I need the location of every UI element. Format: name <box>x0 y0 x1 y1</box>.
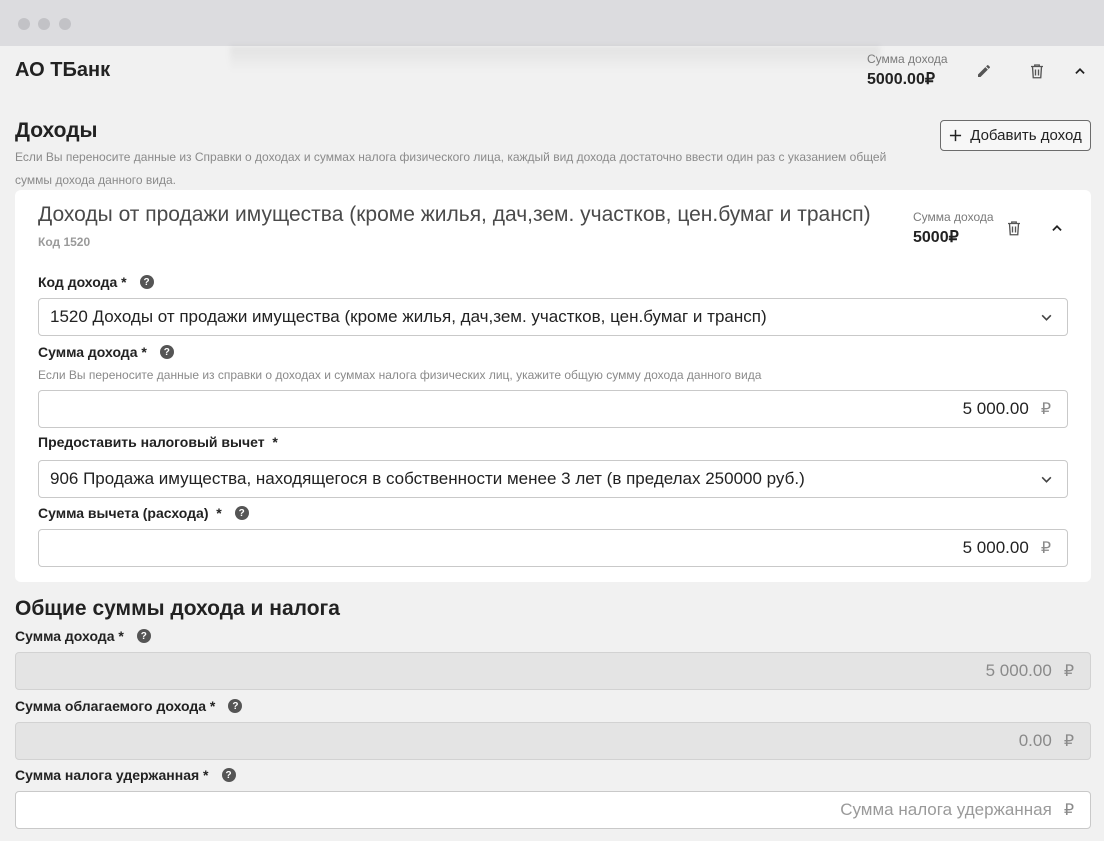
total-income-label: Сумма дохода * ? <box>15 628 151 644</box>
deduction-value: 906 Продажа имущества, находящегося в со… <box>50 469 805 488</box>
ruble-sign: ₽ <box>1063 733 1074 750</box>
taxable-income-value: 0.00 <box>1018 731 1052 750</box>
header-sum-value: 5000.00₽ <box>867 71 936 88</box>
income-card-code: Код 1520 <box>38 235 91 249</box>
income-sum-value: 5 000.00 <box>962 399 1029 418</box>
question-icon[interactable]: ? <box>221 768 236 782</box>
chevron-up-icon <box>1052 225 1062 231</box>
chevron-down-icon <box>1041 476 1052 483</box>
trash-icon <box>1008 221 1020 236</box>
collapse-income-button[interactable] <box>1043 214 1071 242</box>
deduction-label-text: Предоставить налоговый вычет * <box>38 434 278 450</box>
delete-employer-button[interactable] <box>1023 57 1051 85</box>
incomes-title: Доходы <box>15 119 98 142</box>
taxable-income-label-text: Сумма облагаемого дохода * <box>15 698 216 714</box>
income-sum-input[interactable]: 5 000.00 ₽ <box>38 390 1068 428</box>
add-income-button[interactable]: Добавить доход <box>940 120 1091 151</box>
income-code-select[interactable]: 1520 Доходы от продажи имущества (кроме … <box>38 298 1068 336</box>
totals-title: Общие суммы дохода и налога <box>15 597 340 620</box>
question-icon[interactable]: ? <box>159 345 174 359</box>
deduction-sum-label-text: Сумма вычета (расхода) * <box>38 505 222 521</box>
incomes-description: Если Вы переносите данные из Справки о д… <box>15 150 887 187</box>
employer-name: АО ТБанк <box>15 59 111 81</box>
question-icon[interactable]: ? <box>139 275 154 289</box>
deduction-sum-input[interactable]: 5 000.00 ₽ <box>38 529 1068 567</box>
total-income-input: 5 000.00 ₽ <box>15 652 1091 690</box>
plus-icon <box>950 129 962 142</box>
deduction-sum-label: Сумма вычета (расхода) * ? <box>38 505 249 521</box>
ruble-sign: ₽ <box>1063 802 1074 819</box>
income-card <box>15 190 1091 582</box>
chevron-down-icon <box>1041 314 1052 321</box>
total-income-label-text: Сумма дохода * <box>15 628 124 644</box>
header-shadow <box>230 46 880 72</box>
withheld-tax-placeholder: Сумма налога удержанная <box>840 800 1052 819</box>
withheld-tax-label-text: Сумма налога удержанная * <box>15 767 209 783</box>
income-card-title: Доходы от продажи имущества (кроме жилья… <box>38 203 871 226</box>
edit-employer-button[interactable] <box>970 57 998 85</box>
ruble-sign: ₽ <box>1040 401 1051 418</box>
card-sum-value: 5000₽ <box>913 229 959 246</box>
question-icon[interactable]: ? <box>228 699 243 713</box>
pencil-icon <box>978 65 990 77</box>
income-sum-label-text: Сумма дохода * <box>38 344 147 360</box>
income-code-label: Код дохода * ? <box>38 274 154 290</box>
add-income-label: Добавить доход <box>970 127 1082 144</box>
window-maximize-dot[interactable] <box>59 18 71 30</box>
income-sum-hint: Если Вы переносите данные из справки о д… <box>38 368 762 382</box>
income-code-label-text: Код дохода * <box>38 274 127 290</box>
deduction-sum-value: 5 000.00 <box>962 538 1029 557</box>
trash-icon <box>1031 64 1043 79</box>
total-income-value: 5 000.00 <box>985 661 1052 680</box>
income-code-value: 1520 Доходы от продажи имущества (кроме … <box>50 307 767 326</box>
chevron-up-icon <box>1075 68 1085 74</box>
window-minimize-dot[interactable] <box>38 18 50 30</box>
withheld-tax-label: Сумма налога удержанная * ? <box>15 767 236 783</box>
ruble-sign: ₽ <box>1040 540 1051 557</box>
window-close-dot[interactable] <box>18 18 30 30</box>
window-titlebar <box>0 0 1104 46</box>
deduction-select[interactable]: 906 Продажа имущества, находящегося в со… <box>38 460 1068 498</box>
card-sum-label: Сумма дохода <box>913 210 994 224</box>
withheld-tax-input[interactable]: Сумма налога удержанная ₽ <box>15 791 1091 829</box>
collapse-employer-button[interactable] <box>1066 57 1094 85</box>
income-sum-label: Сумма дохода * ? <box>38 344 174 360</box>
question-icon[interactable]: ? <box>136 629 151 643</box>
ruble-sign: ₽ <box>1063 663 1074 680</box>
header-sum-label: Сумма дохода <box>867 52 948 66</box>
taxable-income-label: Сумма облагаемого дохода * ? <box>15 698 243 714</box>
taxable-income-input: 0.00 ₽ <box>15 722 1091 760</box>
delete-income-button[interactable] <box>1000 214 1028 242</box>
question-icon[interactable]: ? <box>234 506 249 520</box>
deduction-label: Предоставить налоговый вычет * <box>38 434 278 450</box>
